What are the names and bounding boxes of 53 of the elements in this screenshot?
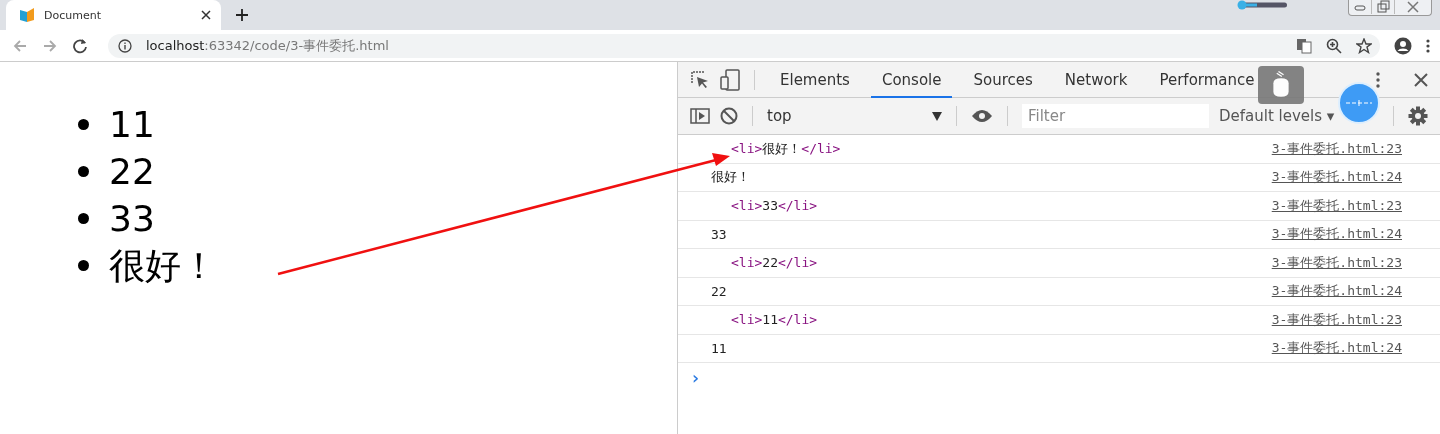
element-log: <li>11</li> (730, 312, 819, 328)
log-message: 22 (711, 283, 728, 299)
source-link[interactable]: 3-事件委托.html:24 (1271, 339, 1402, 358)
list-item: 很好！ (109, 245, 217, 286)
context-dropdown[interactable]: top (767, 107, 942, 125)
devtools-tab[interactable]: Network (1053, 61, 1139, 98)
info-icon (118, 38, 132, 53)
address-field[interactable]: localhost:63342/code/3-事件委托.html (108, 33, 1380, 58)
source-link[interactable]: 3-事件委托.html:24 (1271, 225, 1402, 244)
bullet-icon (78, 119, 89, 130)
list-item: 22 (109, 151, 155, 192)
log-message: 很好！ (711, 168, 751, 187)
devtools-tab[interactable]: Sources (962, 61, 1044, 98)
close-icon[interactable] (201, 10, 211, 20)
clear-console-icon[interactable] (720, 107, 738, 125)
source-link[interactable]: 3-事件委托.html:23 (1271, 139, 1402, 158)
source-link[interactable]: 3-事件委托.html:23 (1271, 196, 1402, 215)
reload-icon[interactable] (72, 37, 88, 54)
new-tab-icon[interactable] (236, 9, 248, 21)
slider-drawing (1236, 0, 1288, 10)
device-icon[interactable] (720, 68, 740, 91)
bullet-icon (78, 260, 89, 271)
log-message: 33 (711, 226, 728, 242)
settings-icon[interactable] (1408, 106, 1428, 126)
app-icon (19, 8, 35, 22)
translate-icon[interactable] (1296, 37, 1312, 54)
source-link[interactable]: 3-事件委托.html:24 (1271, 282, 1402, 301)
bullet-icon (78, 213, 89, 224)
bullet-icon (78, 166, 89, 177)
sidebar-toggle-icon[interactable] (690, 108, 710, 124)
source-link[interactable]: 3-事件委托.html:23 (1271, 253, 1402, 272)
tab-title: Document (44, 8, 102, 22)
element-log: <li>很好！</li> (730, 139, 842, 158)
element-log: <li>22</li> (730, 255, 819, 271)
filter-field[interactable]: Filter (1022, 104, 1209, 128)
eye-icon[interactable] (971, 109, 993, 123)
prompt-icon[interactable]: › (690, 366, 701, 388)
star-icon[interactable] (1356, 37, 1372, 54)
levels-dropdown[interactable]: Default levels ▾ (1219, 107, 1335, 125)
list-item: 33 (109, 198, 155, 239)
account-icon[interactable] (1394, 36, 1412, 55)
kebab-menu-icon[interactable] (1376, 71, 1380, 88)
element-log: <li>33</li> (730, 198, 819, 214)
inspect-icon[interactable] (690, 69, 710, 90)
zoom-icon[interactable] (1326, 37, 1342, 54)
source-link[interactable]: 3-事件委托.html:23 (1271, 310, 1402, 329)
menu-icon[interactable] (1426, 38, 1430, 53)
source-link[interactable]: 3-事件委托.html:24 (1271, 168, 1402, 187)
list-item: 11 (109, 104, 155, 145)
devtools-tab[interactable]: Elements (769, 61, 861, 98)
close-icon[interactable] (1414, 72, 1428, 87)
browser-tab[interactable]: Document (6, 0, 221, 30)
log-message: 11 (711, 340, 728, 356)
